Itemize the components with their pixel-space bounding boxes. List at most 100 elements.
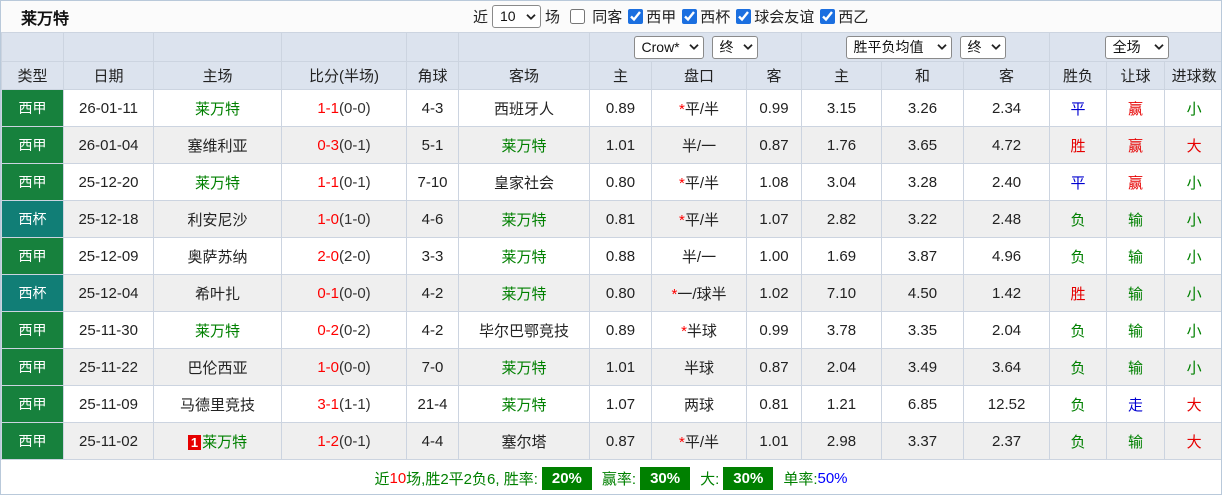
recent-label: 近 [473,9,489,26]
odds-period-select[interactable]: 终 [959,35,1006,59]
odds-source-select[interactable]: 胜平负均值 [845,35,952,59]
league-badge: 西甲 [1,126,64,164]
goals-flag: 小 [1164,200,1221,238]
league-filter-label: 西乙 [838,9,869,26]
match-history-table: Crow* 终 胜平负均值 终 全场 类型 日期 主场 比分(半场) 角球 客场… [1,32,1221,460]
score-cell: 1-0(1-0) [281,200,407,238]
avg-draw-odds: 3.87 [881,237,965,275]
league-filter-label: 西甲 [646,9,677,26]
goals-flag: 小 [1164,311,1221,349]
fulltime-score: 0-3 [317,136,339,154]
avg-draw-odds: 3.65 [881,126,965,164]
ah-line-cell: *平/半 [651,89,747,127]
recent-count-select[interactable]: 10 [492,5,542,28]
col-ah-home: 主 [589,61,652,90]
col-date: 日期 [63,61,154,90]
league-filter-球会友谊[interactable]: 球会友谊 [730,6,814,27]
handicap-result-flag: 赢 [1106,163,1166,201]
ah-away-odds: 0.87 [745,126,803,164]
halftime-score: (0-1) [339,432,371,450]
league-filter-checkbox[interactable] [736,9,752,24]
league-filter-checkbox[interactable] [628,9,644,24]
same-away-toggle[interactable]: 同客 [564,6,622,27]
score-cell: 1-1(0-0) [281,89,407,127]
scope-select[interactable]: 全场 [1104,35,1169,59]
avg-draw-odds: 4.50 [881,274,965,312]
table-row: 西甲 25-11-30 莱万特 0-2(0-2) 4-2 毕尔巴鄂竞技 0.89… [1,311,1221,349]
avg-draw-odds: 3.35 [881,311,965,349]
handicap-period-select[interactable]: 终 [711,35,758,59]
col-corners: 角球 [406,61,459,90]
big-rate-badge: 30% [723,466,774,490]
handicap-result-flag: 输 [1106,274,1166,312]
home-team-name: 巴伦西亚 [187,359,248,377]
score-cell: 1-1(0-1) [281,163,407,201]
away-team-name: 西班牙人 [493,100,554,118]
table-row: 西甲 26-01-11 莱万特 1-1(0-0) 4-3 西班牙人 0.89 *… [1,89,1221,127]
away-team-name: 毕尔巴鄂竞技 [478,322,569,340]
ah-away-odds: 1.01 [745,422,803,460]
same-away-checkbox[interactable] [570,9,586,24]
ah-line-cell: 两球 [651,385,747,423]
avg-away-odds: 2.04 [963,311,1051,349]
ah-line-cell: 半/一 [651,126,747,164]
match-date: 25-11-30 [63,311,154,349]
home-team: 马德里竞技 [153,385,282,423]
result-flag: 负 [1049,311,1108,349]
single-rate-value: 50% [817,469,848,487]
match-date: 25-11-22 [63,348,154,386]
away-team-name: 莱万特 [501,248,547,266]
home-team-name: 莱万特 [194,100,240,118]
away-team-name: 莱万特 [501,396,547,414]
corners: 4-4 [406,422,459,460]
corners: 5-1 [406,126,459,164]
league-filter-checkbox[interactable] [682,9,698,24]
handicap-result-flag: 输 [1106,348,1166,386]
home-team-name: 马德里竞技 [179,396,255,414]
handicap-company-select[interactable]: Crow* [633,35,704,59]
home-team-name: 利安尼沙 [187,211,248,229]
result-flag: 负 [1049,385,1108,423]
away-team: 皇家社会 [458,163,590,201]
col-avg-home: 主 [801,61,883,90]
table-row: 西甲 25-11-02 1 莱万特 1-2(0-1) 4-4 塞尔塔 0.87 *… [1,422,1221,460]
table-row: 西杯 25-12-18 利安尼沙 1-0(1-0) 4-6 莱万特 0.81 *… [1,200,1221,238]
result-flag: 胜 [1049,126,1108,164]
table-row: 西杯 25-12-04 希叶扎 0-1(0-0) 4-2 莱万特 0.80 *一… [1,274,1221,312]
ah-line: 平/半 [684,100,719,118]
ah-home-odds: 0.87 [589,422,652,460]
corners: 4-3 [406,89,459,127]
home-team: 莱万特 [153,311,282,349]
halftime-score: (1-1) [339,395,371,413]
corners: 3-3 [406,237,459,275]
col-ah-line: 盘口 [651,61,747,90]
ah-line: 半/一 [681,248,717,266]
match-date: 25-12-09 [63,237,154,275]
ah-away-odds: 0.87 [745,348,803,386]
away-team-name: 皇家社会 [493,174,554,192]
home-team: 希叶扎 [153,274,282,312]
home-team-name: 莱万特 [194,322,240,340]
league-filter-label: 西杯 [700,9,731,26]
home-team-name: 希叶扎 [194,285,240,303]
away-team-name: 塞尔塔 [501,433,547,451]
score-cell: 1-0(0-0) [281,348,407,386]
goals-flag: 小 [1164,237,1221,275]
league-filter-西甲[interactable]: 西甲 [622,6,676,27]
avg-home-odds: 2.98 [801,422,883,460]
summary-bar: 近 10 场,胜2平2负6, 胜率: 20% 赢率: 30% 大: 30% 单率: 5… [1,460,1221,494]
league-badge: 西甲 [1,237,64,275]
league-filter-西乙[interactable]: 西乙 [814,6,868,27]
ah-home-odds: 0.88 [589,237,652,275]
league-filter-checkbox[interactable] [820,9,836,24]
avg-home-odds: 1.21 [801,385,883,423]
result-flag: 平 [1049,89,1108,127]
handicap-result-flag: 输 [1106,422,1166,460]
league-filter-西杯[interactable]: 西杯 [676,6,730,27]
avg-draw-odds: 3.26 [881,89,965,127]
away-team-name: 莱万特 [501,137,547,155]
summary-stats-text: 场,胜2平2负6, 胜率: [406,470,538,488]
result-flag: 胜 [1049,274,1108,312]
home-team: 莱万特 [153,89,282,127]
league-filters: 西甲 西杯 球会友谊 西乙 [622,6,868,27]
